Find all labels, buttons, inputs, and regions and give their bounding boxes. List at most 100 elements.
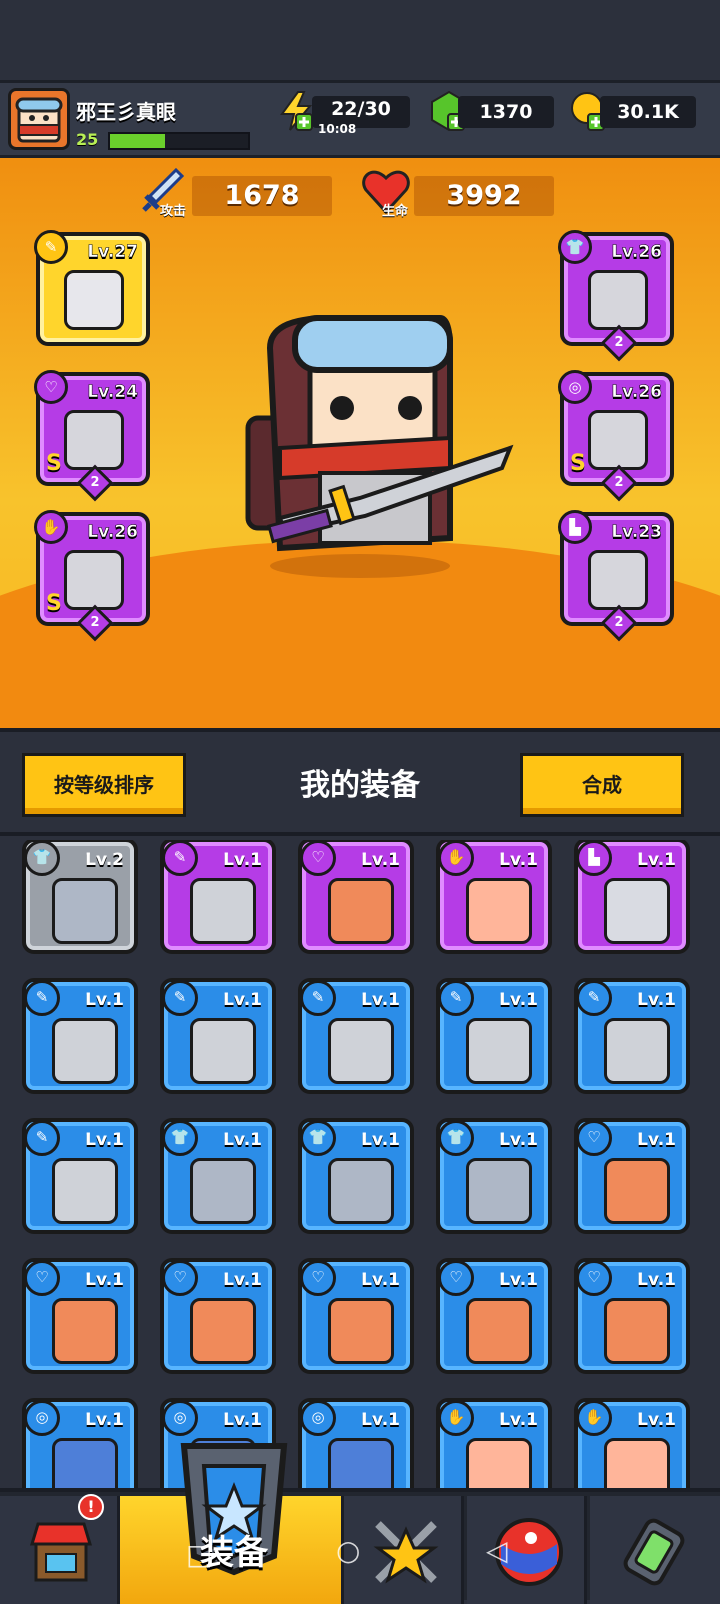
sort-by-level-button[interactable]: 按等级排序 (22, 753, 186, 817)
equipped-slot-weapon[interactable]: ✎ Lv.27 (34, 230, 150, 346)
item-level: Lv.1 (499, 990, 538, 1010)
inventory-item[interactable]: ✎ Lv.1 (436, 978, 552, 1094)
system-home-button[interactable]: ○ (336, 1534, 360, 1567)
armor-icon: 👕 (302, 1122, 336, 1156)
equipped-slot-boots[interactable]: ▙ Lv.23 2 (558, 510, 674, 642)
inventory-item[interactable]: ♡ Lv.1 (298, 1258, 414, 1374)
xp-bar (108, 132, 250, 150)
glove-icon: ✋ (440, 1402, 474, 1436)
inventory-item[interactable]: ✎ Lv.1 (22, 978, 138, 1094)
item-art (604, 1298, 670, 1364)
item-art (52, 878, 118, 944)
item-level: Lv.1 (361, 850, 400, 870)
item-level: Lv.1 (637, 850, 676, 870)
nav-evolve[interactable] (590, 1496, 720, 1604)
item-level: Lv.1 (361, 1270, 400, 1290)
weapon-icon: ✎ (302, 982, 336, 1016)
equipped-slot-belt[interactable]: ◎ Lv.26 S 2 (558, 370, 674, 502)
energy-timer: 10:08 (318, 122, 357, 136)
energy-value: 22/30 (331, 98, 391, 120)
item-art (190, 1018, 256, 1084)
equipped-item-art (64, 270, 124, 330)
necklace-icon: ♡ (34, 370, 68, 404)
item-art (466, 1018, 532, 1084)
nav-battle[interactable] (344, 1496, 464, 1604)
inventory-item[interactable]: 👕 Lv.2 (22, 840, 138, 954)
equipped-item-art (64, 550, 124, 610)
attack-value: 1678 (192, 176, 332, 216)
inventory-item[interactable]: ♡ Lv.1 (436, 1258, 552, 1374)
nav-talent[interactable] (467, 1496, 587, 1604)
weapon-icon: ✎ (26, 982, 60, 1016)
item-level: Lv.1 (637, 990, 676, 1010)
shop-alert-badge: ! (78, 1494, 104, 1520)
item-level: Lv.1 (499, 1410, 538, 1430)
rank-value: 2 (90, 615, 100, 630)
hero-character[interactable] (240, 308, 520, 578)
item-level: Lv.1 (223, 1130, 262, 1150)
inventory-item[interactable]: ▙ Lv.1 (574, 840, 690, 954)
inventory-item[interactable]: 👕 Lv.1 (160, 1118, 276, 1234)
inventory-item[interactable]: ♡ Lv.1 (574, 1118, 690, 1234)
inventory-item[interactable]: ♡ Lv.1 (22, 1258, 138, 1374)
inventory-item[interactable]: ✎ Lv.1 (22, 1118, 138, 1234)
item-art (52, 1018, 118, 1084)
item-level: Lv.1 (223, 1270, 262, 1290)
inventory-item[interactable]: ♡ Lv.1 (574, 1258, 690, 1374)
inventory-item[interactable]: ◎ Lv.1 (22, 1398, 138, 1488)
equipped-slot-armor[interactable]: 👕 Lv.26 2 (558, 230, 674, 362)
inventory-item[interactable]: ♡ Lv.1 (298, 840, 414, 954)
item-level: Lv.1 (85, 1410, 124, 1430)
weapon-icon: ✎ (164, 842, 198, 876)
item-art (604, 1158, 670, 1224)
player-name: 邪王彡真眼 (76, 100, 176, 124)
item-art (466, 1158, 532, 1224)
item-level: Lv.1 (85, 1270, 124, 1290)
necklace-icon: ♡ (164, 1262, 198, 1296)
health-value: 3992 (414, 176, 554, 216)
necklace-icon: ♡ (440, 1262, 474, 1296)
system-back-button[interactable]: ◁ (486, 1534, 508, 1567)
inventory-item[interactable]: ✎ Lv.1 (298, 978, 414, 1094)
inventory-item[interactable]: ✋ Lv.1 (436, 1398, 552, 1488)
rank-value: 2 (614, 335, 624, 350)
item-art (52, 1438, 118, 1488)
slot-level: Lv.26 (87, 522, 138, 543)
item-level: Lv.2 (85, 850, 124, 870)
item-level: Lv.1 (499, 1270, 538, 1290)
super-badge: S (570, 451, 586, 476)
inventory-item[interactable]: ♡ Lv.1 (160, 1258, 276, 1374)
rank-value: 2 (614, 615, 624, 630)
inventory-item[interactable]: ✎ Lv.1 (160, 978, 276, 1094)
armor-icon: 👕 (26, 842, 60, 876)
belt-icon: ◎ (26, 1402, 60, 1436)
item-art (466, 1438, 532, 1488)
rank-value: 2 (90, 475, 100, 490)
slot-level: Lv.23 (611, 522, 662, 543)
inventory-item[interactable]: 👕 Lv.1 (436, 1118, 552, 1234)
inventory-item[interactable]: ✋ Lv.1 (436, 840, 552, 954)
equipped-item-art (588, 410, 648, 470)
inventory-item[interactable]: ◎ Lv.1 (298, 1398, 414, 1488)
belt-icon: ◎ (302, 1402, 336, 1436)
super-badge: S (46, 591, 62, 616)
inventory-item[interactable]: ✎ Lv.1 (160, 840, 276, 954)
inventory-item[interactable]: 👕 Lv.1 (298, 1118, 414, 1234)
equipped-slot-glove[interactable]: ✋ Lv.26 S 2 (34, 510, 150, 642)
system-recents-button[interactable]: □ (186, 1538, 212, 1571)
weapon-icon: ✎ (164, 982, 198, 1016)
slot-level: Lv.26 (611, 242, 662, 263)
inventory-item[interactable]: ✎ Lv.1 (574, 978, 690, 1094)
item-art (190, 1158, 256, 1224)
weapon-icon: ✎ (34, 230, 68, 264)
armor-icon: 👕 (558, 230, 592, 264)
item-art (52, 1158, 118, 1224)
merge-button[interactable]: 合成 (520, 753, 684, 817)
inventory-item[interactable]: ✋ Lv.1 (574, 1398, 690, 1488)
slot-level: Lv.26 (611, 382, 662, 403)
player-avatar[interactable] (8, 88, 70, 150)
necklace-icon: ♡ (26, 1262, 60, 1296)
item-level: Lv.1 (499, 850, 538, 870)
equipped-item-art (588, 550, 648, 610)
equipped-slot-necklace[interactable]: ♡ Lv.24 S 2 (34, 370, 150, 502)
